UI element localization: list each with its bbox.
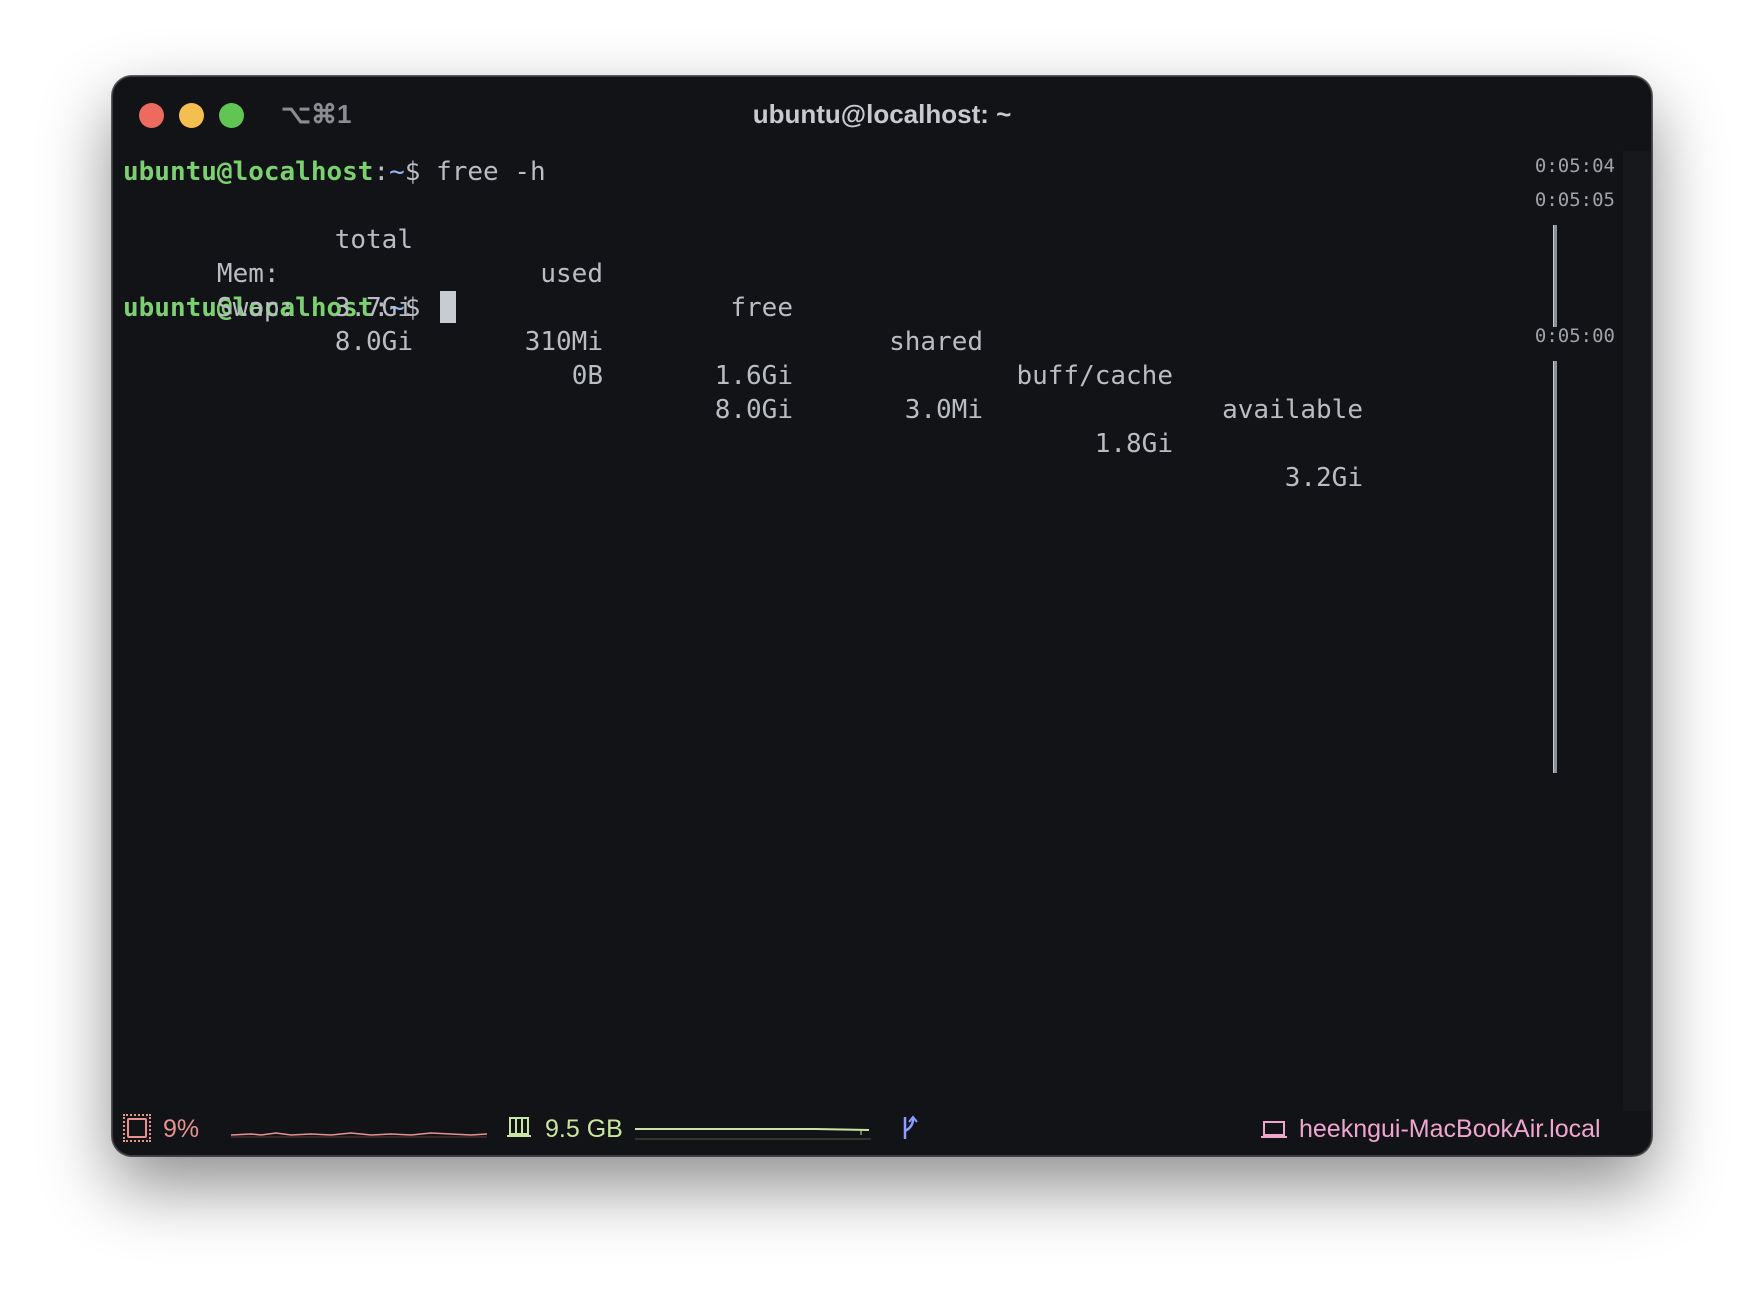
status-bar: 9% 9.5 GB heekngui-MacBookAir.local bbox=[113, 1103, 1651, 1155]
command-timestamp: 0:05:04 bbox=[1534, 155, 1615, 177]
command-timestamp: 0:05:05 bbox=[1534, 189, 1615, 211]
cpu-usage: 9% bbox=[163, 1115, 200, 1143]
table-row: Mem: 3.7Gi 310Mi 1.6Gi 3.0Mi 1.8Gi 3.2Gi bbox=[123, 223, 1523, 493]
prompt-colon: : bbox=[373, 157, 390, 187]
header-cell: available bbox=[1222, 395, 1363, 425]
command-mark bbox=[1553, 361, 1557, 773]
header-cell: buff/cache bbox=[1016, 361, 1173, 391]
git-branch-icon bbox=[903, 1115, 918, 1139]
prompt-symbol: $ bbox=[404, 157, 421, 187]
command-text: free -h bbox=[436, 157, 546, 187]
memory-sparkline bbox=[635, 1128, 871, 1140]
table-cell: 3.0Mi bbox=[904, 395, 983, 425]
hostname: heekngui-MacBookAir.local bbox=[1299, 1115, 1601, 1143]
table-cell: 8.0Gi bbox=[714, 395, 793, 425]
table-cell: 1.8Gi bbox=[1094, 429, 1173, 459]
cpu-icon bbox=[123, 1114, 151, 1142]
row-label: Swap: bbox=[216, 293, 296, 323]
header-cell: free bbox=[730, 293, 793, 323]
prompt-user: ubuntu@localhost bbox=[123, 157, 374, 187]
command-timestamp: 0:05:00 bbox=[1534, 325, 1615, 347]
scrollbar[interactable] bbox=[1623, 151, 1651, 1111]
memory-usage: 9.5 GB bbox=[545, 1115, 623, 1143]
terminal-window: ⌥⌘1 ubuntu@localhost: ~ ubuntu@localhost… bbox=[112, 76, 1652, 1156]
laptop-icon bbox=[1261, 1121, 1287, 1138]
table-header: total used free shared buff/cache availa… bbox=[123, 189, 1523, 425]
window-title: ubuntu@localhost: ~ bbox=[752, 99, 1012, 129]
table-cell: 3.7Gi bbox=[334, 293, 413, 323]
memory-icon bbox=[507, 1117, 531, 1137]
command-mark bbox=[1553, 225, 1557, 327]
table-cell: 0B bbox=[571, 361, 603, 391]
header-cell: shared bbox=[889, 327, 983, 357]
prompt-line: ubuntu@localhost:~$ bbox=[123, 291, 1523, 325]
table-cell: 8.0Gi bbox=[334, 327, 413, 357]
text-cursor bbox=[440, 291, 457, 323]
table-cell: 3.2Gi bbox=[1284, 463, 1363, 493]
title-bar: ⌥⌘1 ubuntu@localhost: ~ bbox=[113, 77, 1651, 151]
table-cell: 310Mi bbox=[524, 327, 603, 357]
cpu-sparkline bbox=[231, 1132, 487, 1138]
table-cell: 1.6Gi bbox=[714, 361, 793, 391]
table-row: Swap: 8.0Gi 0B 8.0Gi bbox=[123, 257, 1523, 425]
terminal-output[interactable]: ubuntu@localhost:~$ free -h total used f… bbox=[123, 155, 1523, 493]
command-line: ubuntu@localhost:~$ free -h bbox=[123, 155, 1523, 189]
prompt-path: ~ bbox=[389, 157, 405, 187]
